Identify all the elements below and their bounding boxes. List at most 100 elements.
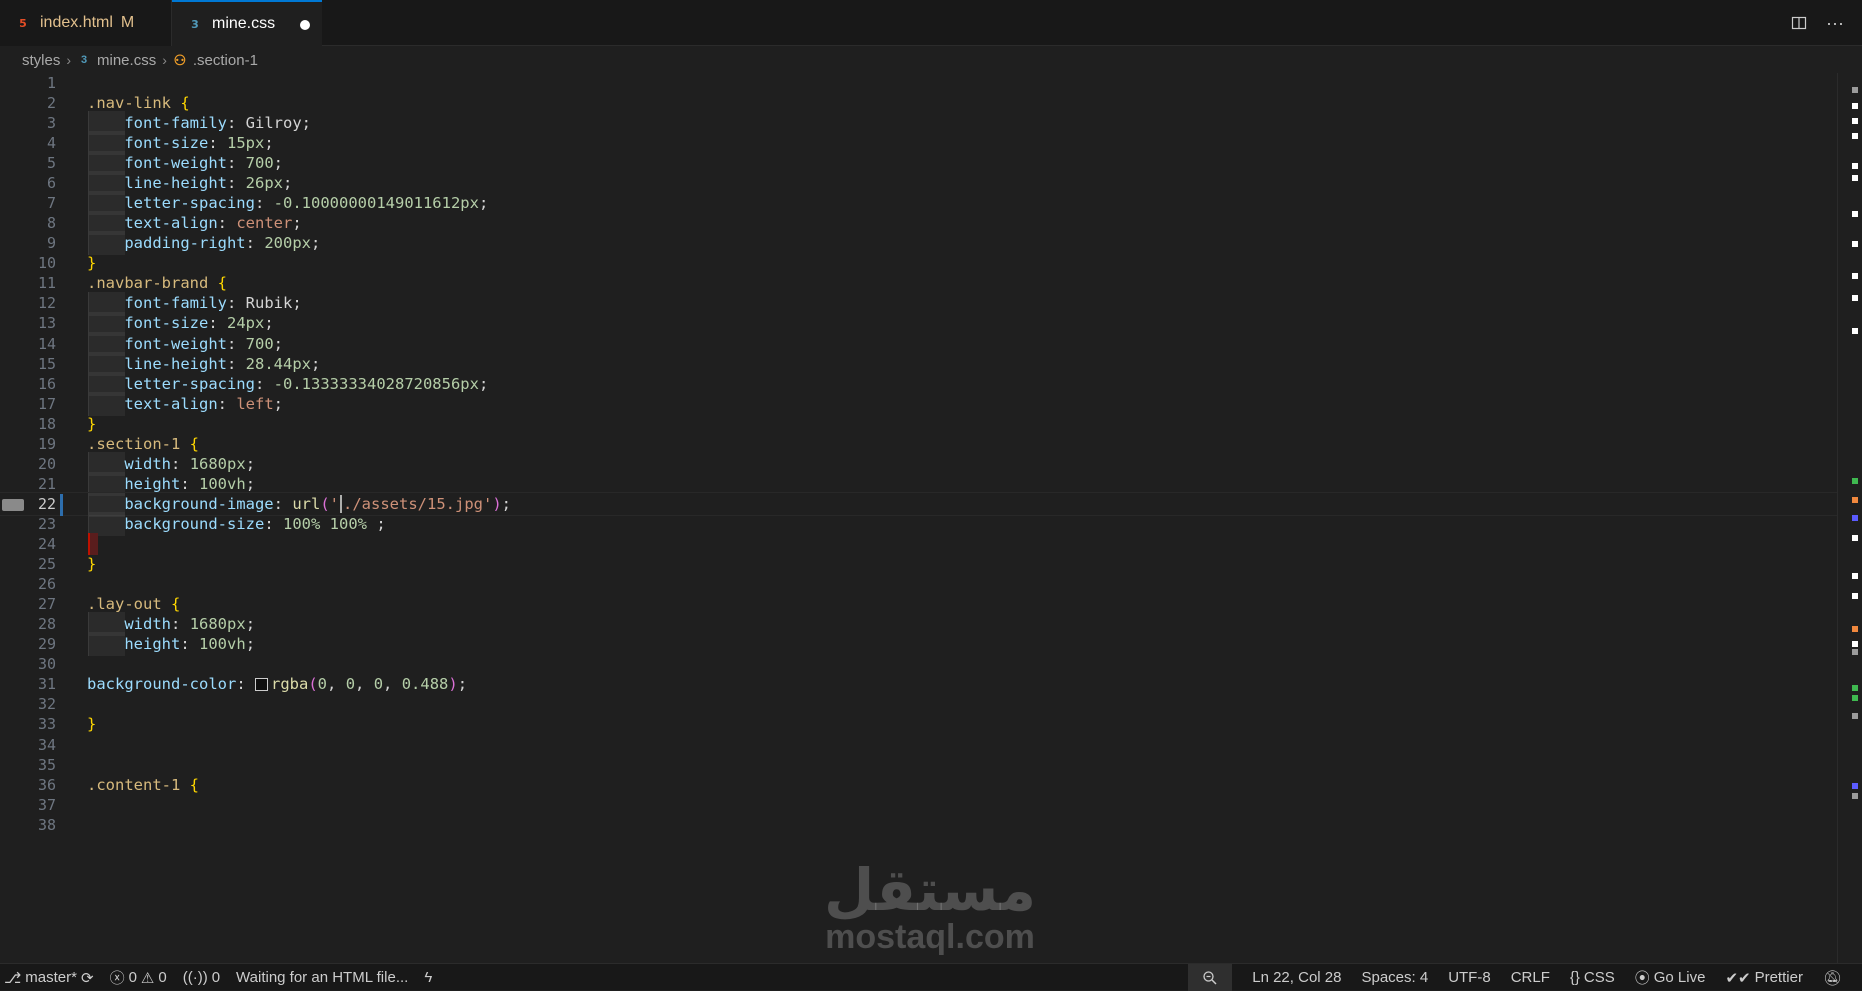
code-text[interactable]: font-weight: 700; [87,335,283,353]
code-text[interactable]: .section-1 { [87,435,199,453]
ruler-marker [1852,163,1858,169]
line-number: 8 [46,214,56,233]
line-number: 17 [37,394,56,413]
ruler-marker [1852,87,1858,93]
ruler-marker [1852,241,1858,247]
line-number: 14 [37,334,56,353]
ruler-marker [1852,175,1858,181]
code-text[interactable]: width: 1680px; [87,615,255,633]
code-text[interactable]: height: 100vh; [87,635,255,653]
code-text[interactable]: line-height: 26px; [87,174,292,192]
breadcrumb-symbol[interactable]: .section-1 [193,52,258,69]
broadcast-icon: ((·)) [182,969,208,986]
line-number: 30 [37,655,56,674]
overview-ruler-scrollbar[interactable] [1837,73,1862,963]
problems-status[interactable]: ⓧ 0 ⚠ 0 [110,967,167,988]
line-number: 31 [37,675,56,694]
line-number: 29 [37,635,56,654]
code-text[interactable]: font-weight: 700; [87,154,283,172]
code-text[interactable]: text-align: center; [87,214,301,232]
html5-icon: 5 [19,16,27,30]
line-number: 38 [37,815,56,834]
ruler-marker [1852,695,1858,701]
line-number: 7 [46,194,56,213]
code-text[interactable]: text-align: left; [87,395,283,413]
chevron-right-icon: › [66,52,72,68]
error-icon: ⓧ [109,970,125,987]
css3-icon: 3 [191,17,199,31]
line-number: 32 [37,695,56,714]
code-editor[interactable]: 1 2 .nav-link {3 font-family: Gilroy; 4 fon… [0,73,1840,963]
code-text[interactable]: } [87,254,96,272]
code-text[interactable]: } [87,715,96,733]
tab-label: index.html [40,14,113,31]
code-text[interactable]: width: 1680px; [87,455,255,473]
line-number: 5 [46,154,56,173]
code-text[interactable]: } [87,415,96,433]
code-text[interactable]: background-size: 100% 100% ; [87,515,385,533]
breadcrumb-folder[interactable]: styles [22,52,60,69]
line-number: 28 [37,615,56,634]
ports-count: 0 [211,969,221,986]
tab-index-html[interactable]: 5 index.html M [0,0,172,46]
code-line[interactable]: 38 [0,813,1840,837]
ruler-marker [1852,478,1858,484]
ruler-marker [1852,133,1858,139]
code-text[interactable]: padding-right: 200px; [87,234,320,252]
code-text[interactable]: height: 100vh; [87,475,255,493]
prettier-label: Prettier [1754,969,1803,986]
code-text[interactable]: letter-spacing: -0.13333334028720856px; [87,375,488,393]
ruler-marker [1852,211,1858,217]
breadcrumb-file[interactable]: mine.css [97,52,156,69]
code-text[interactable]: .navbar-brand { [87,274,227,292]
tab-mine-css[interactable]: 3 mine.css [172,0,322,46]
live-server-message[interactable]: Waiting for an HTML file... [236,969,408,986]
language-mode[interactable]: {} CSS [1570,969,1615,986]
notifications-bell-icon[interactable]: 🔕︎ [1823,969,1842,987]
line-number: 22 [37,494,56,513]
split-editor-icon[interactable] [1788,12,1810,34]
code-text[interactable]: letter-spacing: -0.10000000149011612px; [87,194,488,212]
ports-status[interactable]: ((·)) 0 [183,969,220,986]
indentation[interactable]: Spaces: 4 [1361,969,1428,986]
encoding[interactable]: UTF-8 [1448,969,1491,986]
code-text[interactable]: background-image: url(' ./assets/15.jpg')… [87,495,511,514]
line-number: 20 [37,454,56,473]
code-text[interactable]: font-size: 24px; [87,314,273,332]
line-number: 33 [37,715,56,734]
ruler-marker [1852,783,1858,789]
line-number: 26 [37,575,56,594]
watermark-latin: mostaql.com [825,918,1035,956]
cursor-position[interactable]: Ln 22, Col 28 [1252,969,1341,986]
more-actions-icon[interactable]: ··· [1824,12,1846,34]
go-live-button[interactable]: ⦿ Go Live [1635,967,1706,988]
code-text[interactable]: font-family: Rubik; [87,294,301,312]
watermark-arabic: مستقل [823,856,1037,924]
line-number: 19 [37,434,56,453]
line-number: 37 [37,795,56,814]
unsaved-dot-icon[interactable] [300,20,310,30]
go-live-label: Go Live [1653,969,1706,986]
double-check-icon: ✔✔ [1725,969,1751,987]
branch-status[interactable]: ⎇ master* ⟳ [4,969,94,987]
line-number: 27 [37,595,56,614]
line-number: 15 [37,354,56,373]
code-text[interactable]: .content-1 { [87,776,199,794]
line-number: 36 [37,775,56,794]
breadcrumb: styles › 3 mine.css › ⚇ .section-1 [22,49,258,71]
code-text[interactable]: .lay-out { [87,595,180,613]
code-text[interactable]: .nav-link { [87,94,190,112]
color-swatch-icon[interactable] [255,678,268,692]
lightning-icon[interactable]: ϟ [424,969,432,986]
code-text[interactable]: background-color: rgba(0, 0, 0, 0.488); [87,675,467,693]
code-text[interactable]: line-height: 28.44px; [87,355,320,373]
code-text[interactable]: font-size: 15px; [87,134,273,152]
code-text[interactable]: font-family: Gilroy; [87,114,311,132]
broadcast-icon: ⦿ [1634,970,1650,987]
end-of-line[interactable]: CRLF [1511,969,1550,986]
code-text[interactable]: } [87,555,96,573]
ruler-marker [1852,641,1858,647]
zoom-icon[interactable] [1188,964,1233,991]
prettier-status[interactable]: ✔✔ Prettier [1725,969,1803,987]
ruler-marker [1852,593,1858,599]
